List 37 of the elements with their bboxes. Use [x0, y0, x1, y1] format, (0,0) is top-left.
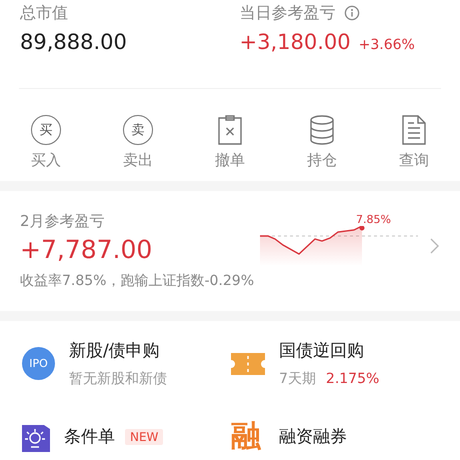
monthly-profit-value: +7,787.00: [20, 234, 154, 266]
monthly-profit-label: 2月参考盈亏: [20, 212, 106, 230]
database-icon: [309, 115, 335, 145]
service-tile[interactable]: 国债逆回购 7天期 2.175%: [231, 339, 440, 388]
new-badge: NEW: [125, 428, 164, 444]
cancel-button[interactable]: 撤单: [190, 105, 270, 171]
monthly-profit-card[interactable]: 2月参考盈亏 +7,787.00 收益率7.85%，跑输上证指数-0.29% 7.85%: [0, 191, 460, 311]
service-title: 国债逆回购: [279, 340, 364, 362]
query-button[interactable]: 查询: [374, 105, 454, 171]
ipo-icon: IPO: [22, 347, 55, 380]
document-icon: [402, 115, 426, 145]
service-subtitle: 7天期: [279, 370, 316, 388]
service-subtitle: 暂无新股和新债: [69, 370, 167, 388]
total-value-label: 总市值: [20, 2, 69, 24]
service-title: 新股/债申购: [69, 340, 160, 362]
ticket-icon: [231, 352, 265, 374]
service-tile[interactable]: IPO 新股/债申购 暂无新股和新债: [22, 339, 231, 388]
rate-value: 2.175%: [326, 371, 380, 387]
total-value: 89,888.00: [20, 29, 128, 56]
service-tile[interactable]: 融 融资融券: [231, 416, 440, 457]
chevron-right-icon: [430, 238, 439, 254]
buy-icon: 买: [31, 115, 61, 145]
service-title: 融资融券: [279, 426, 347, 448]
daily-profit-value: +3,180.00: [240, 29, 351, 56]
sell-button[interactable]: 卖 卖出: [98, 105, 178, 171]
daily-profit-label: 当日参考盈亏: [240, 2, 336, 24]
margin-icon: 融: [231, 416, 265, 457]
chart-value-label: 7.85%: [356, 212, 391, 226]
clipboard-x-icon: [218, 115, 242, 145]
sell-icon: 卖: [123, 115, 153, 145]
holdings-button[interactable]: 持仓: [282, 105, 362, 171]
return-summary: 收益率7.85%，跑输上证指数-0.29%: [20, 272, 256, 290]
service-title: 条件单: [64, 426, 115, 448]
info-icon[interactable]: [344, 5, 360, 21]
buy-button[interactable]: 买 买入: [6, 105, 86, 171]
service-tile[interactable]: 条件单 NEW: [22, 416, 231, 457]
daily-profit-percent: +3.66%: [358, 37, 415, 53]
